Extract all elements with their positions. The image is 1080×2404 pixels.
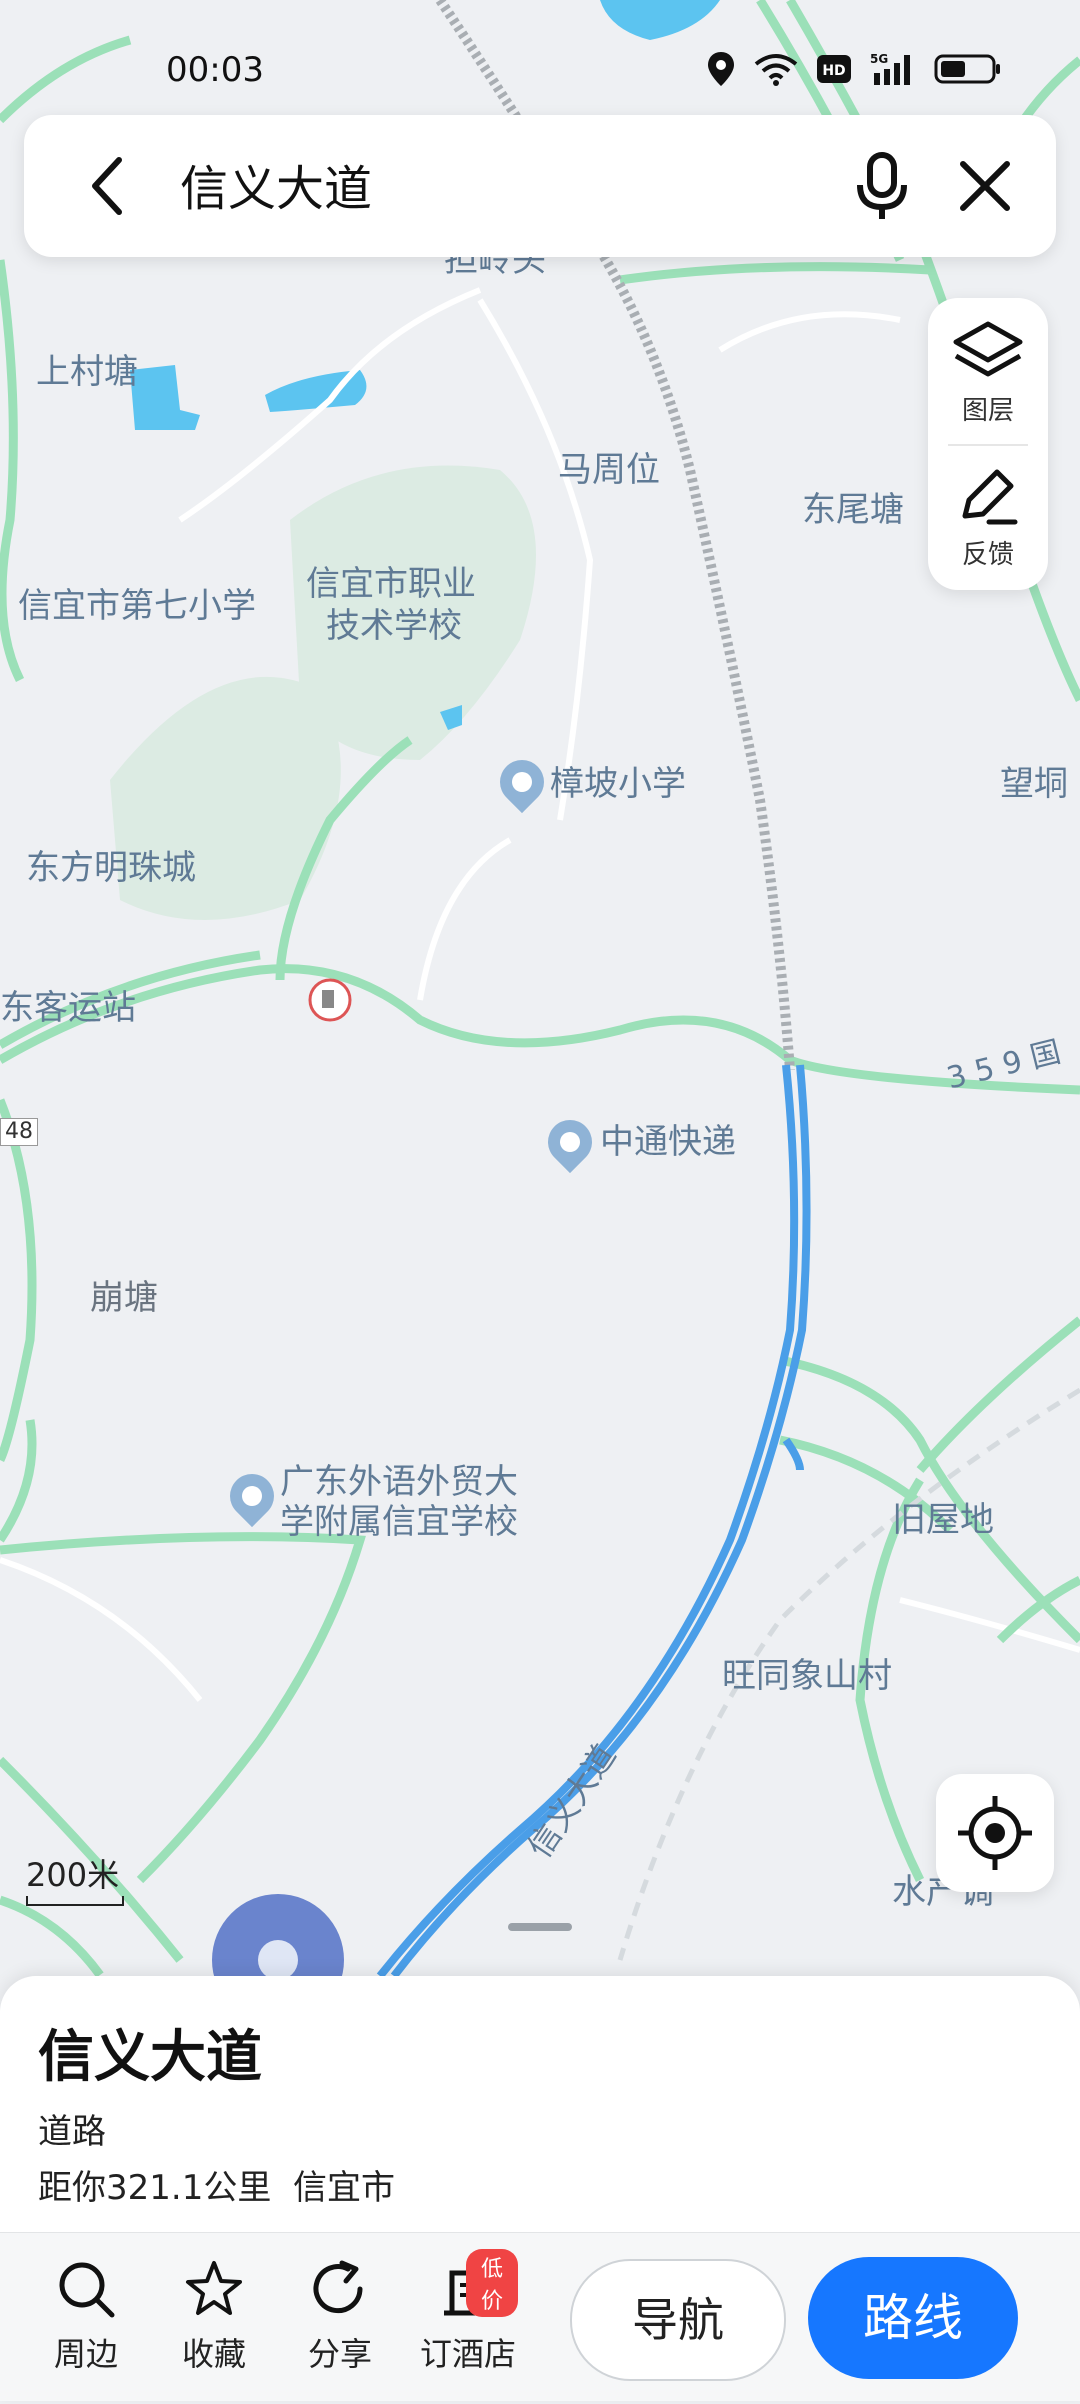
road-number-badge: 48 (0, 1118, 38, 1147)
layers-label: 图层 (961, 396, 1014, 426)
map-side-tools: 图层 反馈 (928, 298, 1048, 590)
poi-label-station[interactable]: 东客运站 (0, 988, 136, 1029)
star-icon (186, 2261, 242, 2315)
poi-label-school[interactable]: 学附属信宜学校 (280, 1502, 518, 1543)
voice-search-button[interactable] (844, 147, 920, 227)
map-scale: 200米 (26, 1850, 124, 1906)
close-icon (960, 161, 1010, 211)
feedback-label: 反馈 (961, 540, 1014, 570)
signal-5g-icon: 5G (870, 52, 910, 85)
share-button[interactable]: 分享 (290, 2259, 390, 2375)
scale-label: 200米 (26, 1856, 120, 1894)
place-city: 信宜市 (292, 2168, 395, 2208)
poi-label-school[interactable]: 广东外语外贸大 (280, 1462, 518, 1503)
poi-label-vocational-school[interactable]: 技术学校 (326, 606, 462, 647)
search-icon (59, 2262, 115, 2318)
divider (948, 444, 1028, 446)
clear-button[interactable] (952, 153, 1018, 219)
poi-label[interactable]: 东方明珠城 (26, 848, 196, 889)
action-bar: 周边 收藏 分享 低价 订酒店 导航 路线 (0, 2232, 1080, 2401)
edit-pencil-icon (962, 469, 1018, 525)
layers-icon (953, 321, 1023, 377)
scale-bar (26, 1896, 124, 1906)
map-label[interactable]: 旧屋地 (892, 1500, 994, 1541)
place-distance-line: 距你321.1公里 信宜市 (38, 2160, 395, 2209)
status-bar: 00:03 HD 5G (0, 40, 1080, 104)
nearby-label: 周边 (53, 2335, 118, 2373)
place-type: 道路 (38, 2112, 106, 2152)
search-bar[interactable]: 信义大道 (24, 115, 1056, 257)
hotel-button[interactable]: 低价 订酒店 (418, 2249, 518, 2375)
hd-icon: HD (817, 55, 851, 83)
svg-text:HD: HD (822, 63, 845, 79)
layers-button[interactable]: 图层 (928, 316, 1048, 456)
hotel-price-badge: 低价 (466, 2249, 518, 2317)
wifi-icon (754, 54, 798, 86)
battery-icon (934, 54, 1000, 84)
favorite-label: 收藏 (181, 2335, 246, 2373)
status-time: 00:03 (166, 50, 264, 90)
svg-text:5G: 5G (870, 52, 888, 66)
route-button[interactable]: 路线 (808, 2257, 1018, 2379)
share-label: 分享 (307, 2335, 372, 2373)
poi-label-school[interactable]: 信宜市第七小学 (18, 586, 256, 627)
favorite-button[interactable]: 收藏 (164, 2259, 264, 2375)
navigate-button[interactable]: 导航 (570, 2259, 786, 2381)
share-icon (313, 2260, 363, 2314)
map-label[interactable]: 望垌 (1000, 764, 1068, 805)
poi-label-vocational-school[interactable]: 信宜市职业 (306, 564, 476, 605)
place-title: 信义大道 (38, 2025, 262, 2090)
poi-label-school[interactable]: 樟坡小学 (550, 764, 686, 805)
status-icons: HD 5G (706, 50, 1002, 88)
back-button[interactable] (74, 153, 140, 219)
my-location-button[interactable] (936, 1774, 1054, 1892)
nearby-button[interactable]: 周边 (36, 2259, 136, 2375)
back-arrow-icon (92, 157, 122, 215)
map-label[interactable]: 东尾塘 (802, 490, 904, 531)
search-input[interactable]: 信义大道 (180, 149, 372, 219)
sheet-drag-handle[interactable] (508, 1923, 572, 1931)
map-label[interactable]: 崩塘 (90, 1278, 158, 1319)
microphone-icon (857, 152, 907, 219)
place-distance: 距你321.1公里 (38, 2168, 272, 2208)
feedback-button[interactable]: 反馈 (928, 460, 1048, 600)
map-label[interactable]: 旺同象山村 (722, 1656, 892, 1697)
map-label[interactable]: 上村塘 (36, 352, 138, 393)
map-label[interactable]: 马周位 (558, 450, 660, 491)
hotel-label: 订酒店 (419, 2335, 516, 2373)
location-icon (708, 52, 734, 86)
locate-crosshair-icon (958, 1796, 1032, 1870)
poi-label[interactable]: 中通快递 (600, 1122, 736, 1163)
